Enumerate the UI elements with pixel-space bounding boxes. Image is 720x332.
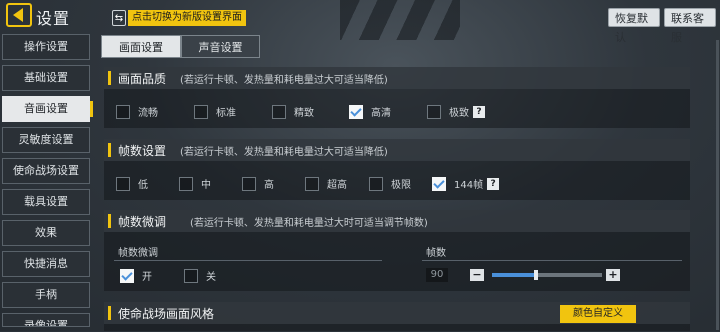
- checkbox[interactable]: [369, 176, 383, 191]
- back-button[interactable]: [6, 3, 32, 27]
- fps-header: 帧数设置 (若运行卡顿、发热量和耗电量过大可适当降低): [104, 139, 690, 161]
- fine-tune-note: (若运行卡顿、发热量和耗电量过大时可适当调节帧数): [190, 218, 428, 229]
- quality-option-ultra[interactable]: 极致 ?: [427, 104, 485, 119]
- fps-note: (若运行卡顿、发热量和耗电量过大可适当降低): [180, 147, 388, 158]
- custom-color-button[interactable]: 颜色自定义: [560, 305, 636, 323]
- help-icon[interactable]: ?: [473, 105, 485, 118]
- quality-option-hd[interactable]: 高清: [349, 104, 391, 119]
- quality-header: 画面品质 (若运行卡顿、发热量和耗电量过大可适当降低): [104, 67, 690, 89]
- sidebar-item-basic[interactable]: 基础设置: [2, 65, 90, 91]
- reset-default-button[interactable]: 恢复默认: [608, 8, 660, 44]
- checkbox[interactable]: [179, 176, 193, 191]
- sidebar-item-audio-visual[interactable]: 音画设置: [2, 96, 93, 122]
- quality-panel: 画面品质 (若运行卡顿、发热量和耗电量过大可适当降低) 流畅 标准 精致 高清 …: [104, 67, 690, 128]
- section-accent-bar: [108, 71, 111, 85]
- sidebar-item-effects[interactable]: 效果: [2, 220, 90, 246]
- section-accent-bar: [108, 306, 111, 320]
- scrollbar[interactable]: [716, 40, 719, 330]
- checkbox[interactable]: [242, 176, 256, 191]
- decrease-button[interactable]: −: [470, 269, 484, 281]
- background-stripes: [340, 0, 460, 40]
- increase-button[interactable]: +: [606, 269, 620, 281]
- settings-tabs: 画面设置 声音设置: [101, 35, 260, 58]
- fps-option-extreme[interactable]: 极限: [369, 176, 411, 191]
- back-arrow-icon: [13, 8, 23, 22]
- battlefield-title: 使命战场画面风格: [118, 307, 215, 321]
- quality-title: 画面品质: [118, 72, 167, 86]
- fps-option-medium[interactable]: 中: [179, 176, 211, 191]
- checkbox[interactable]: [272, 104, 286, 119]
- fine-tune-on-option[interactable]: 开: [120, 268, 152, 283]
- page-title: 设置: [36, 9, 71, 28]
- fps-option-144[interactable]: 144帧 ?: [432, 176, 500, 191]
- checkbox-checked[interactable]: [120, 268, 134, 283]
- quality-option-smooth[interactable]: 流畅: [116, 104, 158, 119]
- fps-option-high[interactable]: 高: [242, 176, 274, 191]
- fps-option-low[interactable]: 低: [116, 176, 148, 191]
- tab-sound[interactable]: 声音设置: [181, 35, 260, 58]
- fps-value-field[interactable]: 90: [426, 268, 448, 282]
- checkbox[interactable]: [194, 104, 208, 119]
- help-icon[interactable]: ?: [487, 177, 500, 190]
- sidebar-item-battlefield[interactable]: 使命战场设置: [2, 158, 90, 184]
- checkbox[interactable]: [116, 176, 130, 191]
- checkbox[interactable]: [184, 268, 198, 283]
- section-accent-bar: [108, 214, 111, 228]
- checkbox-checked[interactable]: [349, 104, 363, 119]
- fps-option-ultra-high[interactable]: 超高: [305, 176, 347, 191]
- fine-tune-panel: 帧数微调 (若运行卡顿、发热量和耗电量过大时可适当调节帧数) 帧数微调 开 关 …: [104, 210, 690, 291]
- quality-option-fine[interactable]: 精致: [272, 104, 314, 119]
- fps-value-label: 帧数: [426, 248, 446, 259]
- divider: [114, 260, 382, 261]
- switch-arrows-icon: ⇆: [112, 10, 126, 26]
- quality-option-standard[interactable]: 标准: [194, 104, 236, 119]
- fine-tune-toggle-label: 帧数微调: [118, 248, 158, 259]
- fine-tune-title: 帧数微调: [118, 215, 167, 229]
- checkbox[interactable]: [305, 176, 319, 191]
- sidebar-item-recording[interactable]: 录像设置: [2, 313, 90, 327]
- checkbox[interactable]: [427, 104, 441, 119]
- divider: [422, 260, 682, 261]
- checkbox-checked[interactable]: [432, 176, 446, 191]
- section-accent-bar: [108, 143, 111, 157]
- fps-slider-fill: [492, 273, 536, 277]
- fps-slider-thumb[interactable]: [534, 270, 538, 280]
- sidebar-item-controls[interactable]: 操作设置: [2, 34, 90, 60]
- checkbox[interactable]: [116, 104, 130, 119]
- tab-graphics[interactable]: 画面设置: [101, 35, 181, 58]
- fps-title: 帧数设置: [118, 144, 167, 158]
- fine-tune-off-option[interactable]: 关: [184, 268, 216, 283]
- quality-note: (若运行卡顿、发热量和耗电量过大可适当降低): [180, 75, 388, 86]
- contact-service-button[interactable]: 联系客服: [664, 8, 716, 44]
- switch-ui-label: 点击切换为新版设置界面: [128, 10, 246, 26]
- sidebar: 操作设置 基础设置 音画设置 灵敏度设置 使命战场设置 载具设置 效果 快捷消息…: [2, 34, 93, 332]
- fine-tune-header: 帧数微调 (若运行卡顿、发热量和耗电量过大时可适当调节帧数): [104, 210, 690, 232]
- sidebar-item-sensitivity[interactable]: 灵敏度设置: [2, 127, 90, 153]
- sidebar-item-controller[interactable]: 手柄: [2, 282, 90, 308]
- fps-panel: 帧数设置 (若运行卡顿、发热量和耗电量过大可适当降低) 低 中 高 超高 极限 …: [104, 139, 690, 200]
- sidebar-item-vehicle[interactable]: 载具设置: [2, 189, 90, 215]
- switch-ui-button[interactable]: ⇆ 点击切换为新版设置界面: [112, 9, 246, 27]
- sidebar-item-quick-messages[interactable]: 快捷消息: [2, 251, 90, 277]
